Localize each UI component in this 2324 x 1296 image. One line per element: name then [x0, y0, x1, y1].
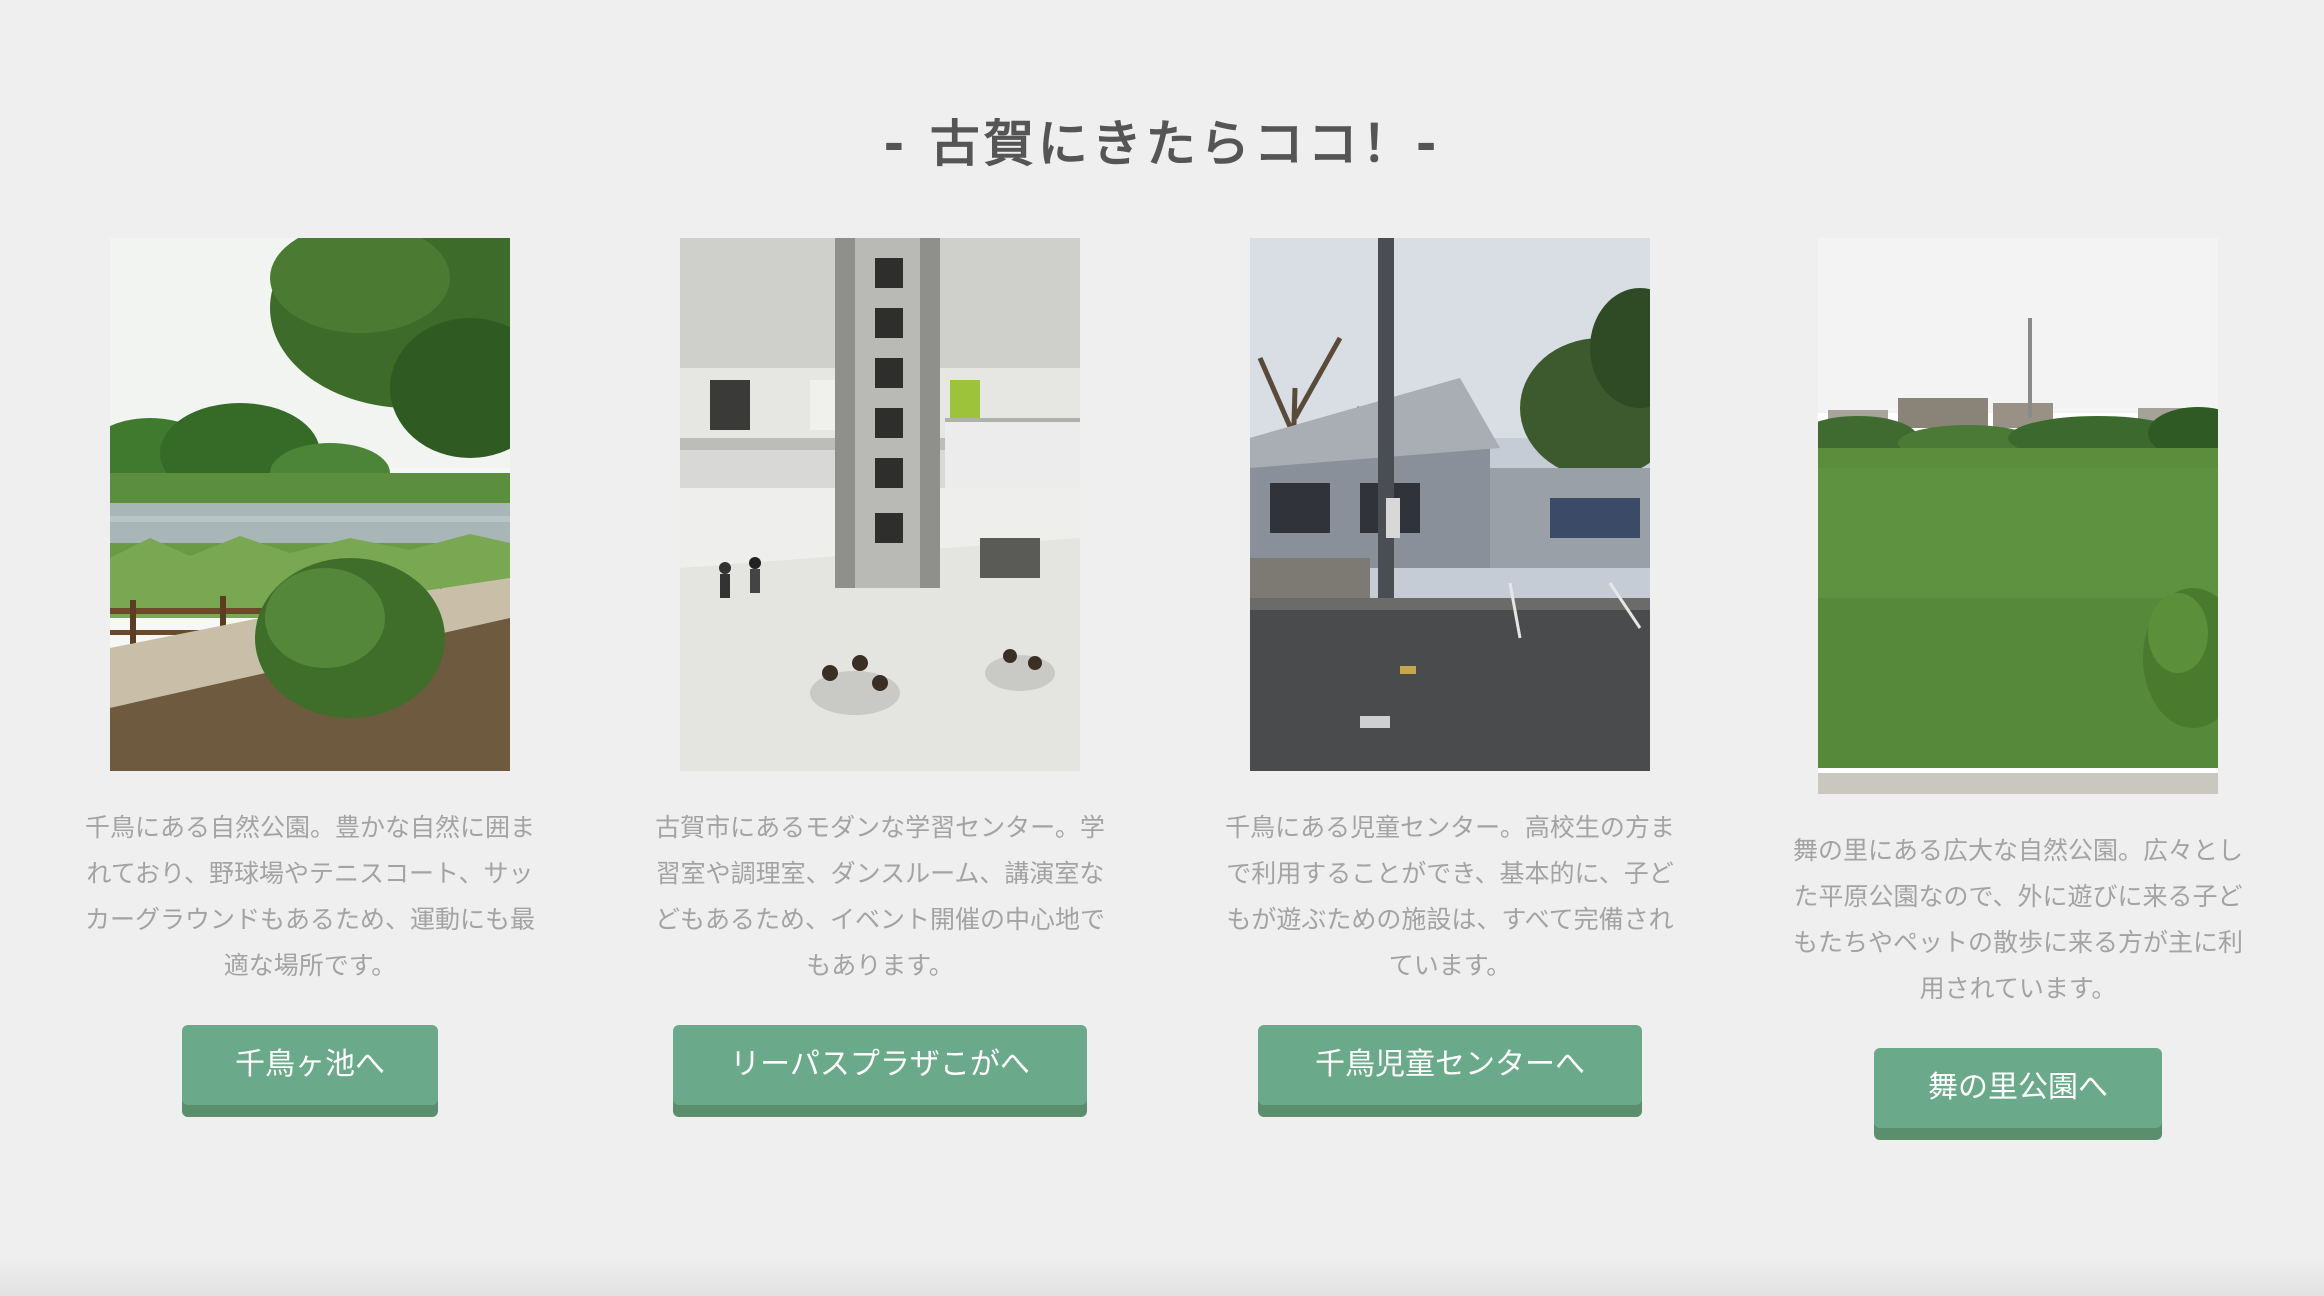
- learning-center-photo: [680, 238, 1080, 771]
- spot-card-mainosato-park: 舞の里にある広大な自然公園。広々とした平原公園なので、外に遊びに来る子どもたちや…: [1733, 238, 2303, 1128]
- pond-park-photo: [110, 238, 510, 771]
- spot-description: 千鳥にある児童センター。高校生の方まで利用することができ、基本的に、子どもが遊ぶ…: [1225, 813, 1675, 980]
- spot-card-childrens-center: 千鳥にある児童センター。高校生の方まで利用することができ、基本的に、子どもが遊ぶ…: [1165, 238, 1735, 1105]
- open-park-photo: [1818, 238, 2218, 794]
- childrens-center-button[interactable]: 千鳥児童センターへ: [1258, 1025, 1642, 1105]
- section-title: - 古賀にきたらココ！-: [883, 115, 1441, 173]
- mainosato-park-button[interactable]: 舞の里公園へ: [1874, 1048, 2162, 1128]
- spot-description: 古賀市にあるモダンな学習センター。学習室や調理室、ダンスルーム、講演室などもある…: [655, 813, 1106, 980]
- spot-card-leapas-plaza: 古賀市にあるモダンな学習センター。学習室や調理室、ダンスルーム、講演室などもある…: [595, 238, 1165, 1105]
- chidorigaike-button[interactable]: 千鳥ヶ池へ: [182, 1025, 438, 1105]
- spot-description: 舞の里にある広大な自然公園。広々とした平原公園なので、外に遊びに来る子どもたちや…: [1793, 836, 2244, 1003]
- bottom-shadow: [0, 1256, 2324, 1296]
- spot-description: 千鳥にある自然公園。豊かな自然に囲まれており、野球場やテニスコート、サッカーグラ…: [85, 813, 536, 980]
- spot-card-chidorigaike: 千鳥にある自然公園。豊かな自然に囲まれており、野球場やテニスコート、サッカーグラ…: [25, 238, 595, 1105]
- leapas-plaza-button[interactable]: リーパスプラザこがへ: [673, 1025, 1087, 1105]
- childrens-center-photo: [1250, 238, 1650, 771]
